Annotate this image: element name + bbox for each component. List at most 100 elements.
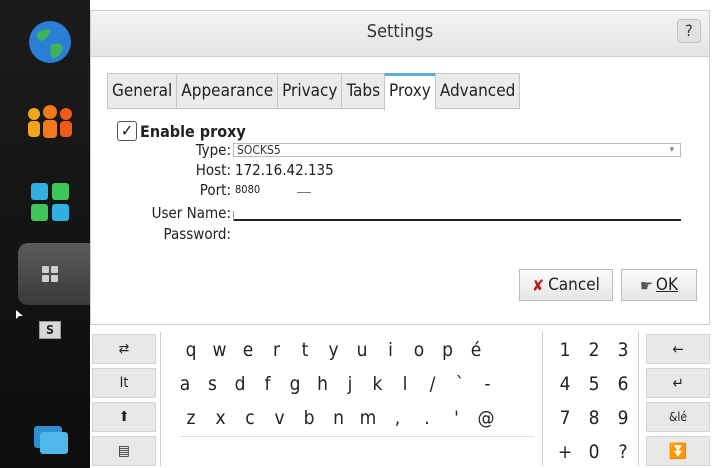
key[interactable]: k [365, 368, 391, 400]
key[interactable]: u [349, 334, 375, 366]
key[interactable]: ' [444, 402, 470, 434]
globe-icon[interactable] [20, 12, 80, 72]
window-icon[interactable] [20, 410, 80, 468]
switcher-icon[interactable]: S [20, 300, 80, 360]
key[interactable]: x [208, 402, 234, 434]
key-shift[interactable]: ⬆ [92, 402, 156, 432]
key[interactable]: y [321, 334, 347, 366]
key[interactable]: n [326, 402, 352, 434]
keyboard-divider-left [160, 332, 161, 466]
type-value: SOCKS5 [237, 143, 281, 157]
enable-proxy-label: Enable proxy [140, 121, 246, 141]
ok-button-label: OK [655, 275, 678, 295]
numpad-key[interactable]: 0 [581, 436, 607, 468]
key[interactable]: ` [447, 368, 473, 400]
host-label: Host: [195, 161, 231, 179]
apps-icon[interactable] [20, 172, 80, 232]
key[interactable]: p [435, 334, 461, 366]
dialog-title: Settings [366, 21, 434, 42]
key[interactable]: . [414, 402, 440, 434]
key[interactable]: l [392, 368, 418, 400]
type-label: Type: [195, 141, 231, 159]
key-italic-mode[interactable]: It [92, 368, 156, 398]
key-switch-layout[interactable]: ⇄ [92, 334, 156, 364]
host-field[interactable]: 172.16.42.135 [235, 161, 334, 179]
key[interactable]: , [385, 402, 411, 434]
switcher-label: S [39, 321, 61, 339]
numpad-key[interactable]: 1 [552, 334, 578, 366]
key[interactable]: a [172, 368, 198, 400]
keyboard-divider-numpad [638, 332, 639, 466]
settings-dialog: Settings ? General Appearance Privacy Ta… [90, 10, 710, 325]
proxy-panel: ✓ Enable proxy Type: SOCKS5 ▾ Host: 172.… [107, 111, 697, 261]
key[interactable]: e [235, 334, 261, 366]
key-menu[interactable]: ▤ [92, 436, 156, 466]
cancel-button-label: Cancel [548, 275, 600, 295]
key-symbols[interactable]: &lé [646, 402, 710, 432]
key-backspace[interactable]: ← [646, 334, 710, 364]
type-select[interactable]: SOCKS5 ▾ [233, 143, 681, 157]
key[interactable]: z [178, 402, 204, 434]
enable-proxy-row[interactable]: ✓ Enable proxy [117, 121, 246, 141]
key[interactable]: v [267, 402, 293, 434]
contacts-icon[interactable] [20, 92, 80, 152]
numpad-key[interactable]: 9 [610, 402, 636, 434]
key[interactable]: é [463, 334, 489, 366]
space-bar-line [180, 436, 534, 437]
port-label: Port: [199, 181, 231, 199]
enable-proxy-checkbox[interactable]: ✓ [117, 121, 137, 141]
key[interactable]: i [378, 334, 404, 366]
key[interactable]: m [355, 402, 381, 434]
key[interactable]: r [264, 334, 290, 366]
dashboard-icon[interactable] [20, 244, 80, 304]
numpad-key[interactable]: 6 [610, 368, 636, 400]
key-enter[interactable]: ↵ [646, 368, 710, 398]
port-field[interactable]: 8080 [235, 183, 260, 196]
username-field-edge [233, 211, 234, 221]
username-field[interactable] [233, 205, 681, 221]
key[interactable]: s [200, 368, 226, 400]
numpad-key[interactable]: + [552, 436, 578, 468]
cancel-x-icon: ✘ [532, 275, 545, 295]
dropdown-arrow-icon: ▾ [669, 145, 674, 155]
key[interactable]: @ [473, 402, 499, 434]
tab-privacy[interactable]: Privacy [277, 73, 342, 109]
key[interactable]: w [207, 334, 233, 366]
cancel-button[interactable]: ✘ Cancel [519, 269, 613, 301]
key[interactable]: - [475, 368, 501, 400]
ok-hand-icon: ☛ [640, 275, 653, 295]
key[interactable]: o [406, 334, 432, 366]
tab-bar: General Appearance Privacy Tabs Proxy Ad… [107, 73, 521, 111]
key[interactable]: h [310, 368, 336, 400]
numpad-key[interactable]: 7 [552, 402, 578, 434]
numpad-key[interactable]: 5 [581, 368, 607, 400]
tab-general[interactable]: General [107, 73, 177, 109]
tab-advanced[interactable]: Advanced [434, 73, 521, 109]
virtual-keyboard: ⇄ It ⬆ ▤ qwertyuiopé a s d f g h j k l / ` - zxcvbn… [90, 330, 713, 468]
tab-proxy[interactable]: Proxy [384, 73, 435, 111]
numpad-key[interactable]: ? [610, 436, 636, 468]
numpad-key[interactable]: 8 [581, 402, 607, 434]
key-hide-keyboard[interactable]: ⏬ [646, 436, 710, 466]
numpad-key[interactable]: 4 [552, 368, 578, 400]
keyboard-divider-right [542, 332, 543, 466]
key[interactable]: j [337, 368, 363, 400]
password-field[interactable] [235, 225, 675, 243]
key[interactable]: f [255, 368, 281, 400]
key[interactable]: g [282, 368, 308, 400]
task-sidebar: S [0, 0, 90, 468]
key[interactable]: d [227, 368, 253, 400]
key[interactable]: t [292, 334, 318, 366]
numpad-key[interactable]: 3 [610, 334, 636, 366]
tab-tabs[interactable]: Tabs [341, 73, 385, 109]
key[interactable]: / [420, 368, 446, 400]
ok-button[interactable]: ☛ OK [621, 269, 697, 301]
help-button[interactable]: ? [677, 19, 701, 43]
key[interactable]: q [178, 334, 204, 366]
numpad-key[interactable]: 2 [581, 334, 607, 366]
key[interactable]: b [296, 402, 322, 434]
tab-appearance[interactable]: Appearance [176, 73, 278, 109]
title-bar: Settings ? [91, 11, 709, 57]
key[interactable]: c [237, 402, 263, 434]
port-field-underline [297, 192, 311, 193]
